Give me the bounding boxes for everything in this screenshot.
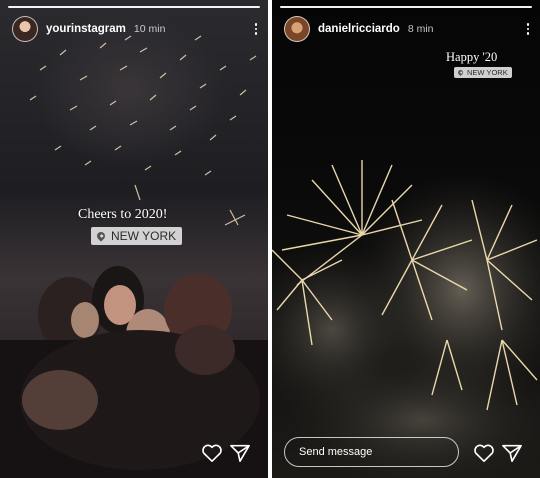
- avatar[interactable]: [12, 16, 38, 42]
- heart-icon[interactable]: [201, 443, 223, 463]
- send-icon[interactable]: [501, 443, 523, 463]
- story-header: yourinstagram 10 min: [12, 16, 258, 42]
- post-time: 10 min: [133, 23, 166, 35]
- story-caption: Happy '20: [446, 50, 498, 64]
- story-yourinstagram[interactable]: yourinstagram 10 min Cheers to 2020! NEW…: [0, 0, 268, 478]
- story-progress-bar: [280, 6, 532, 8]
- username[interactable]: danielricciardo: [318, 23, 400, 35]
- location-label: NEW YORK: [467, 68, 508, 77]
- story-caption: Cheers to 2020!: [78, 207, 168, 222]
- location-sticker[interactable]: NEW YORK: [91, 227, 183, 245]
- story-header: danielricciardo 8 min: [284, 16, 530, 42]
- send-icon[interactable]: [229, 443, 251, 463]
- avatar[interactable]: [284, 16, 310, 42]
- more-vertical-icon[interactable]: [526, 23, 530, 35]
- send-message-input[interactable]: Send message: [284, 437, 459, 467]
- location-pin-icon: [456, 68, 465, 77]
- location-sticker[interactable]: NEW YORK: [454, 67, 512, 78]
- people-silhouette: [0, 266, 268, 478]
- more-vertical-icon[interactable]: [254, 23, 258, 35]
- heart-icon[interactable]: [473, 443, 495, 463]
- story-danielricciardo[interactable]: danielricciardo 8 min Happy '20 NEW YORK…: [272, 0, 540, 478]
- story-progress-bar: [8, 6, 260, 8]
- location-pin-icon: [95, 230, 107, 242]
- location-label: NEW YORK: [111, 229, 177, 243]
- send-message-placeholder: Send message: [299, 446, 373, 458]
- username[interactable]: yourinstagram: [46, 23, 126, 35]
- post-time: 8 min: [407, 23, 434, 35]
